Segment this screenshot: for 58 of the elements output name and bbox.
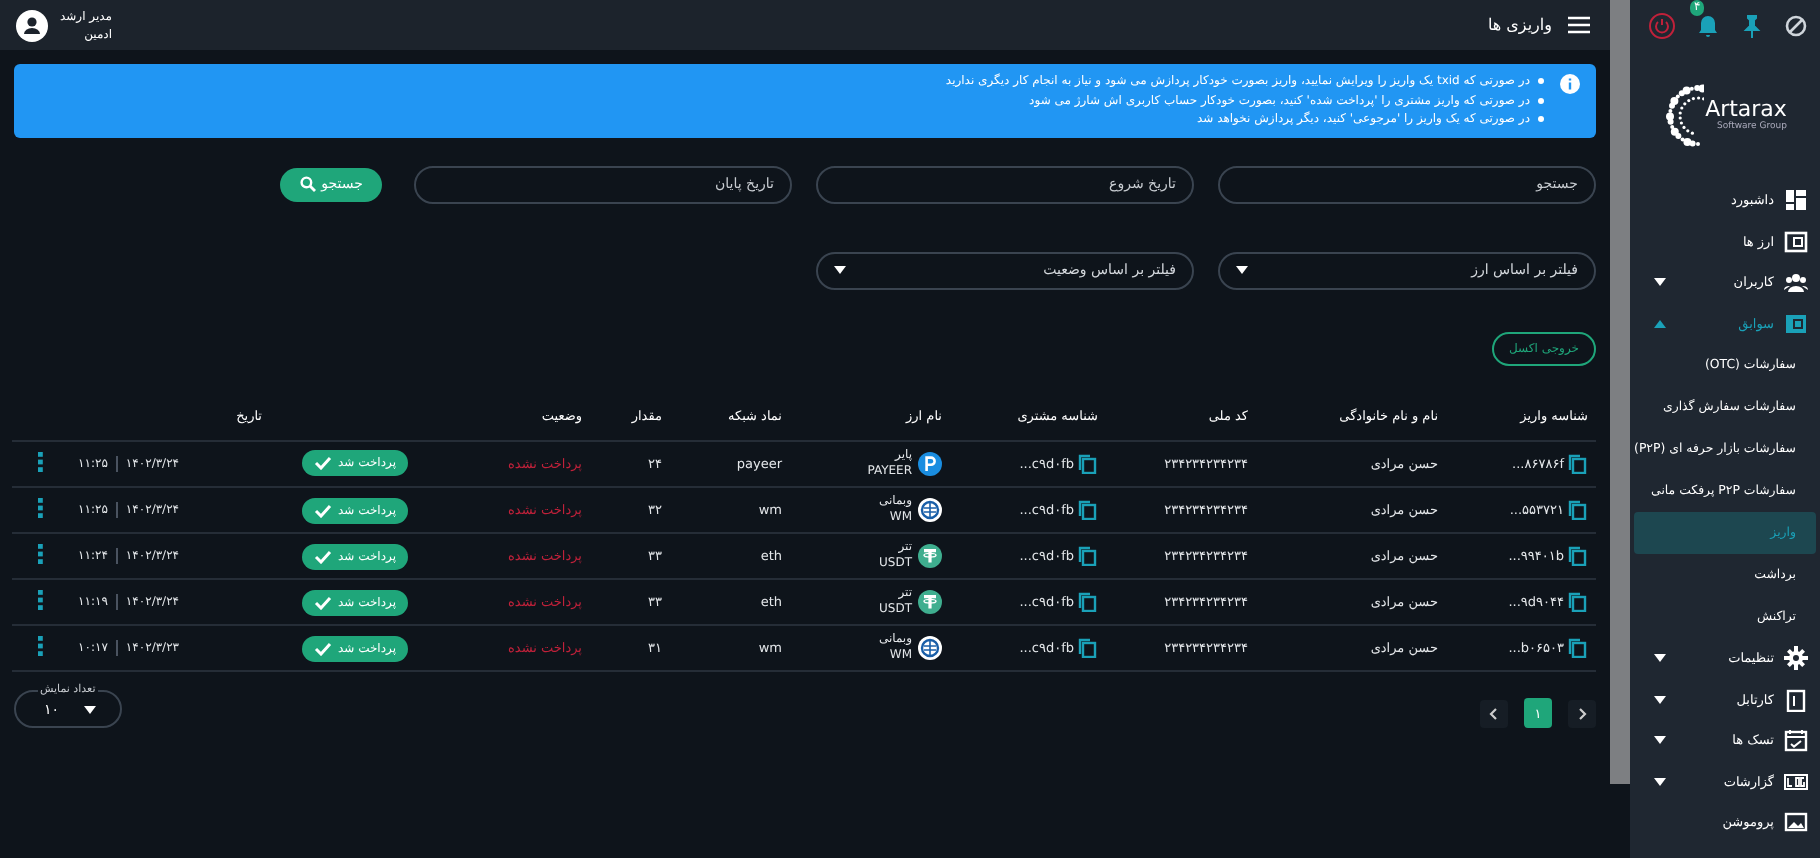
- log-icon: [1784, 769, 1808, 794]
- bullet-icon: [1538, 78, 1544, 85]
- copy-icon[interactable]: [1568, 592, 1588, 612]
- dashboard-icon: [1784, 188, 1808, 213]
- power-icon[interactable]: [1648, 11, 1676, 39]
- copy-icon[interactable]: [1078, 500, 1098, 520]
- wallet-icon: [1784, 229, 1808, 254]
- check-icon: [314, 595, 332, 609]
- more-icon[interactable]: [38, 451, 44, 472]
- caret-down-icon: [1654, 654, 1666, 663]
- bullet-icon: [1538, 116, 1544, 123]
- bullet-icon: [1538, 97, 1544, 104]
- copy-icon[interactable]: [1568, 546, 1588, 566]
- wallet-icon: [1784, 311, 1808, 336]
- check-icon: [314, 456, 332, 471]
- calendar-icon: [1784, 728, 1808, 753]
- caret-up-icon: [1654, 319, 1666, 328]
- chevron-right-icon[interactable]: [1568, 699, 1596, 727]
- logo-name: Artarax: [1705, 97, 1787, 121]
- copy-icon[interactable]: [1568, 500, 1588, 520]
- search-icon: [299, 176, 316, 192]
- copy-icon[interactable]: [1078, 546, 1098, 566]
- more-icon[interactable]: [38, 590, 44, 610]
- check-icon: [314, 549, 332, 563]
- copy-icon[interactable]: [1078, 592, 1098, 612]
- page-title: واریزی ها: [1487, 16, 1552, 34]
- users-icon: [1784, 270, 1808, 295]
- caret-down-icon: [1654, 278, 1666, 287]
- tether-coin-icon: [918, 543, 942, 567]
- menu-icon[interactable]: [1568, 16, 1590, 34]
- caret-down-icon: [1654, 777, 1666, 786]
- pin-icon[interactable]: [1740, 13, 1764, 37]
- copy-icon[interactable]: [1568, 453, 1588, 474]
- more-icon[interactable]: [38, 636, 44, 656]
- copy-icon[interactable]: [1568, 638, 1588, 658]
- check-icon: [314, 641, 332, 655]
- bell-icon[interactable]: [1696, 13, 1720, 37]
- caret-down-icon: [1654, 736, 1666, 745]
- copy-icon[interactable]: [1078, 453, 1098, 474]
- gear-icon: [1784, 646, 1808, 671]
- scrollbar[interactable]: [1610, 0, 1630, 784]
- tether-coin-icon: [918, 589, 942, 613]
- globe-coin-icon: [918, 635, 942, 659]
- chevron-left-icon[interactable]: [1480, 699, 1508, 727]
- image-icon: [1784, 810, 1808, 835]
- more-icon[interactable]: [38, 544, 44, 564]
- more-icon[interactable]: [38, 498, 44, 518]
- caret-down-icon: [84, 705, 96, 713]
- logo-dots-icon: [1663, 81, 1704, 149]
- check-icon: [314, 503, 332, 517]
- avatar-icon[interactable]: [16, 9, 48, 41]
- info-icon: [1560, 74, 1580, 94]
- payeer-coin-icon: [918, 451, 942, 475]
- caret-down-icon: [1654, 695, 1666, 704]
- caret-down-icon: [1236, 266, 1248, 274]
- globe-coin-icon: [918, 497, 942, 521]
- copy-icon[interactable]: [1078, 638, 1098, 658]
- caret-down-icon: [834, 266, 846, 274]
